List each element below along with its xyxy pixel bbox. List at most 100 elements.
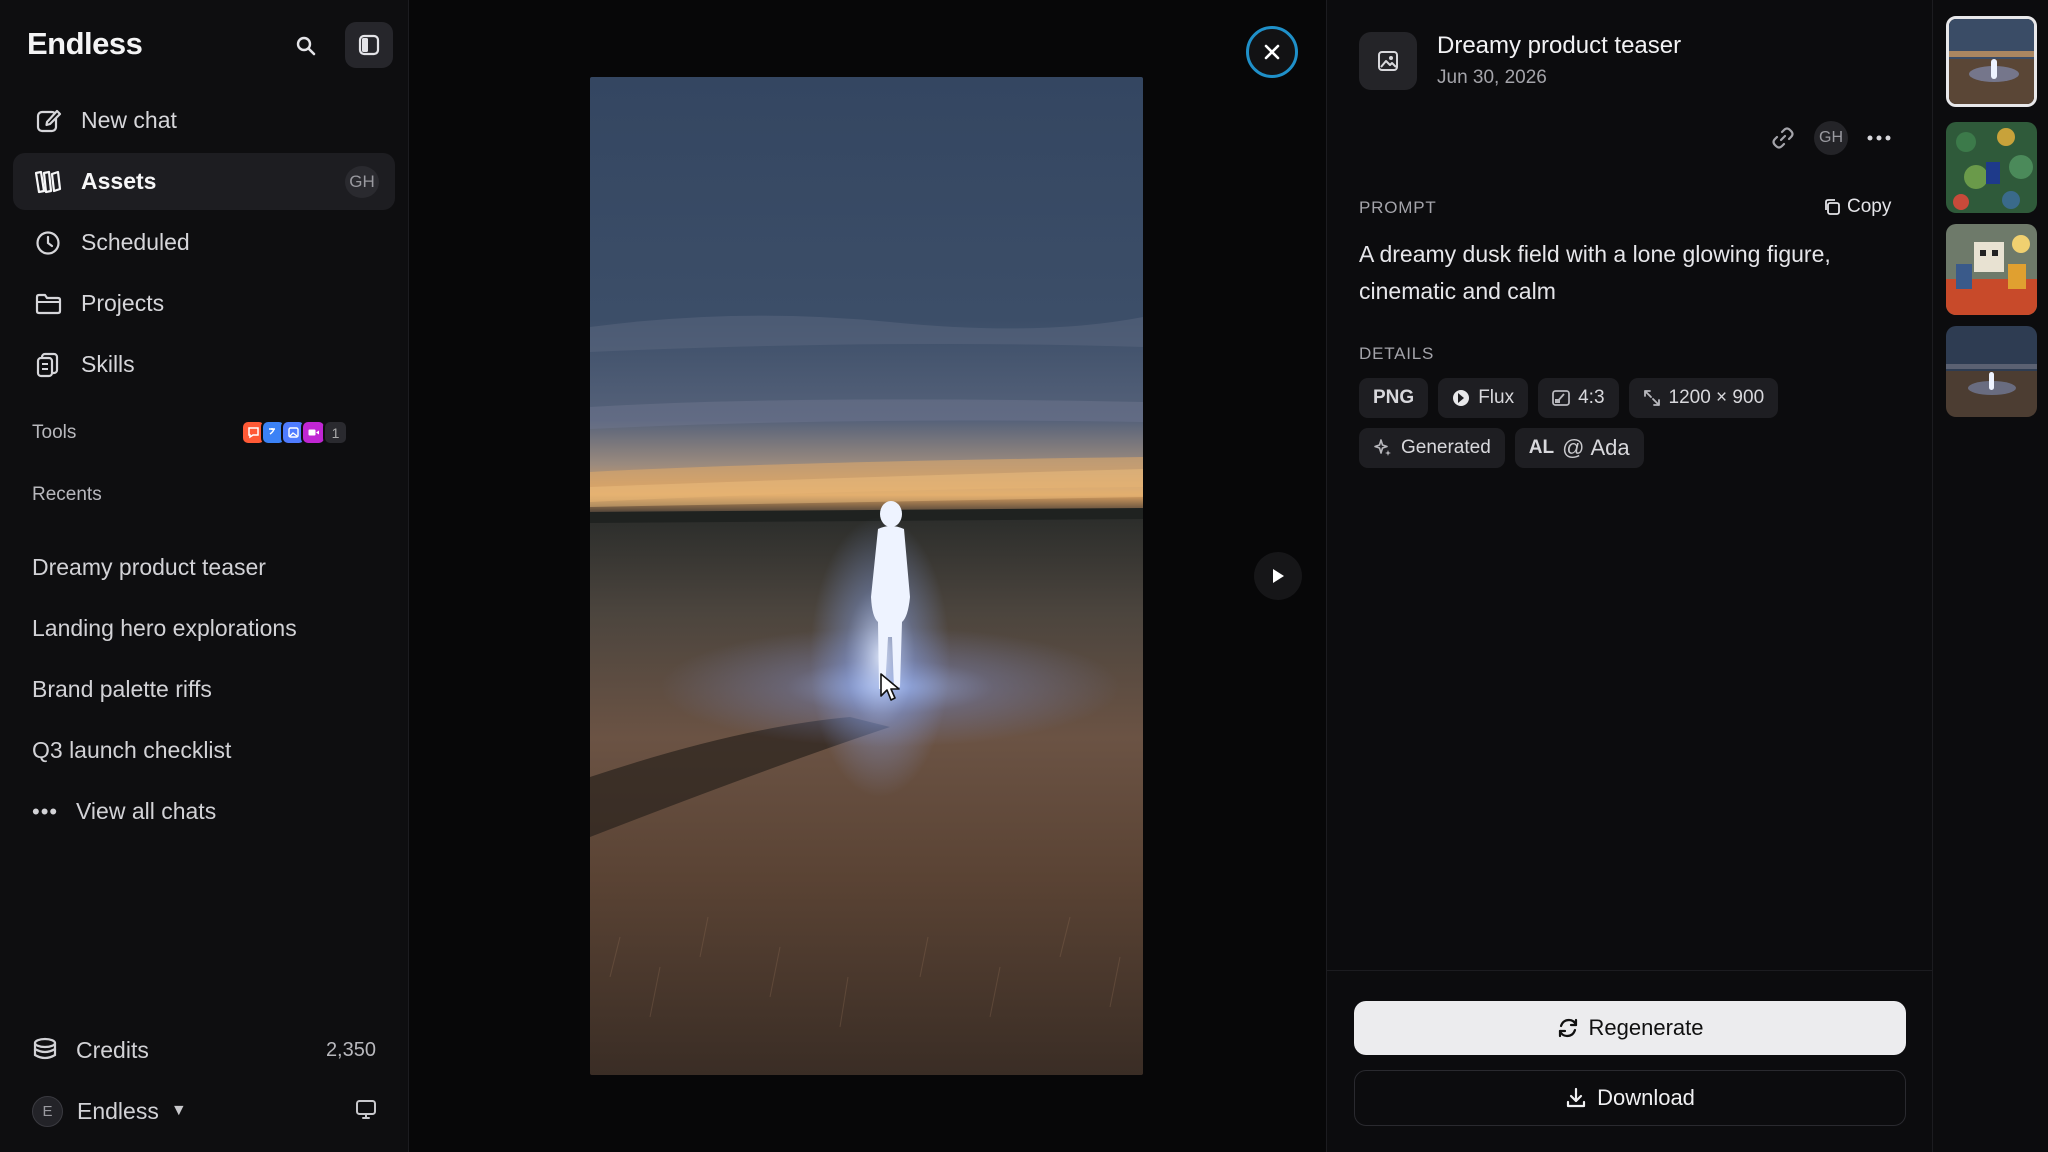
sidebar-item-label: Assets (81, 168, 157, 194)
more-options-button[interactable] (1861, 120, 1897, 156)
sidebar-item-scheduled[interactable]: Scheduled (13, 214, 395, 271)
play-next-icon (1273, 569, 1284, 583)
skills-icon (33, 350, 63, 380)
regenerate-button[interactable]: Regenerate (1354, 1001, 1906, 1055)
search-icon (296, 36, 316, 56)
panel-footer: Regenerate Download (1327, 970, 1933, 1152)
brand-logo[interactable]: Endless (27, 26, 143, 62)
compose-icon (33, 106, 63, 136)
search-button[interactable] (290, 30, 322, 62)
image-viewer (409, 0, 1326, 1152)
user-avatar-badge: GH (345, 166, 379, 198)
dimensions-chip: 1200 × 900 (1628, 378, 1779, 418)
aspect-ratio-label: 4:3 (1578, 387, 1605, 408)
prompt-text: A dreamy dusk field with a lone glowing … (1359, 241, 1831, 304)
aspect-ratio-chip: 4:3 (1538, 378, 1619, 418)
asset-thumbnail-selected[interactable] (1946, 16, 2037, 107)
sidebar-item-new-chat[interactable]: New chat (13, 92, 395, 149)
tools-row[interactable]: Tools 1 (32, 418, 352, 448)
sidebar-item-projects[interactable]: Projects (13, 275, 395, 332)
account-switcher[interactable]: E Endless ▼ (32, 1094, 378, 1128)
copy-link-button[interactable] (1765, 120, 1801, 156)
next-asset-button[interactable] (1254, 552, 1302, 600)
source-label: Generated (1401, 437, 1491, 458)
sidebar-item-label: Skills (81, 351, 135, 377)
copy-prompt-button[interactable]: Copy (1823, 196, 1891, 218)
mouse-cursor-icon (879, 672, 901, 707)
refresh-icon (1558, 1018, 1577, 1038)
regenerate-label: Regenerate (1588, 1015, 1704, 1040)
view-all-label: View all chats (76, 798, 217, 824)
view-all-chats-link[interactable]: ••• View all chats (32, 781, 297, 842)
details-chips: PNG Flux 4:3 1200 × 900 Generated AL @ A… (1359, 378, 1919, 478)
download-button[interactable]: Download (1354, 1070, 1906, 1126)
owner-avatar-button[interactable]: GH (1813, 120, 1849, 156)
dimensions-label: 1200 × 900 (1668, 387, 1765, 408)
preview-image[interactable] (590, 77, 1143, 1075)
credits-value: 2,350 (325, 1038, 376, 1061)
format-chip: PNG (1359, 378, 1429, 418)
monitor-icon (356, 1100, 376, 1119)
copy-icon (1825, 199, 1840, 215)
asset-thumbnail[interactable] (1946, 122, 2037, 213)
tools-label: Tools (32, 422, 77, 443)
close-viewer-button[interactable] (1246, 26, 1298, 78)
more-horizontal-icon (1867, 135, 1891, 141)
asset-date: Jun 30, 2026 (1437, 67, 1547, 88)
tool-icons[interactable]: 1 (241, 420, 348, 445)
image-type-icon (1359, 32, 1417, 90)
model-label: Flux (1478, 387, 1515, 408)
model-icon (1453, 390, 1470, 406)
assets-icon (33, 167, 63, 197)
sidebar-panel-icon (358, 34, 380, 56)
owner-avatar: GH (1814, 121, 1848, 155)
author-chip[interactable]: AL @ Ada (1514, 428, 1644, 468)
source-chip: Generated (1359, 428, 1505, 468)
caret-down-icon: ▼ (170, 1102, 187, 1119)
author-initials: AL (1528, 437, 1555, 458)
credits-row[interactable]: Credits 2,350 (32, 1033, 376, 1067)
sidebar-item-label: New chat (81, 107, 177, 133)
sidebar: Endless New chat Assets GH Scheduled Pro… (0, 0, 409, 1152)
recents-list: Dreamy product teaser Landing hero explo… (32, 537, 297, 842)
sidebar-item-label: Scheduled (81, 229, 190, 255)
prompt-heading: PROMPT (1359, 198, 1437, 217)
copy-label: Copy (1847, 196, 1892, 217)
tools-more-count: 1 (323, 420, 348, 445)
sidebar-item-assets[interactable]: Assets GH (13, 153, 395, 210)
recents-heading: Recents (32, 484, 102, 505)
recent-chat-item[interactable]: Q3 launch checklist (32, 720, 297, 781)
recent-chat-item[interactable]: Brand palette riffs (32, 659, 297, 720)
details-heading: DETAILS (1359, 344, 1435, 363)
link-icon (1772, 127, 1794, 149)
asset-thumbnail[interactable] (1946, 326, 2037, 417)
asset-details-panel: Dreamy product teaser Jun 30, 2026 GH PR… (1326, 0, 1933, 1152)
sidebar-item-label: Projects (81, 290, 165, 316)
sidebar-item-skills[interactable]: Skills (13, 336, 395, 393)
more-dots-icon: ••• (32, 798, 59, 824)
recent-chat-item[interactable]: Landing hero explorations (32, 598, 297, 659)
folder-icon (33, 289, 63, 319)
coins-icon (32, 1037, 62, 1063)
account-avatar: E (32, 1095, 63, 1127)
at-symbol: @ (1562, 435, 1585, 460)
clock-icon (33, 228, 63, 258)
sidebar-toggle-button[interactable] (345, 22, 393, 68)
sidebar-nav: New chat Assets GH Scheduled Projects Sk… (13, 92, 395, 397)
aspect-ratio-icon (1552, 390, 1570, 406)
resize-icon (1643, 390, 1660, 406)
credits-label: Credits (76, 1036, 149, 1063)
model-chip: Flux (1438, 378, 1529, 418)
download-label: Download (1597, 1085, 1695, 1110)
account-name: Endless (77, 1097, 159, 1124)
author-name: Ada (1590, 435, 1630, 460)
asset-title: Dreamy product teaser (1437, 32, 1682, 59)
sparkles-icon (1374, 439, 1391, 456)
close-icon (1264, 44, 1280, 60)
recent-chat-item[interactable]: Dreamy product teaser (32, 537, 297, 598)
thumbnail-strip (1932, 0, 2048, 1152)
asset-thumbnail[interactable] (1946, 224, 2037, 315)
asset-actions: GH (1765, 120, 1909, 156)
download-icon (1566, 1087, 1586, 1108)
device-button[interactable] (354, 1098, 378, 1128)
